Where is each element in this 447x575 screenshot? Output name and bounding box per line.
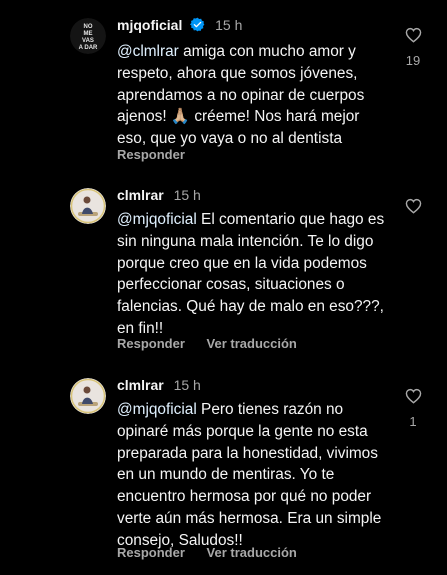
comment-header: clmlrar 15 h bbox=[117, 187, 201, 203]
like-control: 1 bbox=[402, 388, 424, 429]
timestamp: 15 h bbox=[215, 17, 243, 33]
heart-outline-icon[interactable] bbox=[405, 388, 422, 408]
comment-actions: Responder Ver traducción bbox=[117, 336, 297, 351]
reply-button[interactable]: Responder bbox=[117, 545, 185, 560]
comment-text: @clmlrar amiga con mucho amor y respeto,… bbox=[117, 41, 392, 150]
like-count: 1 bbox=[409, 414, 417, 429]
like-count: 19 bbox=[405, 53, 421, 68]
translate-button[interactable]: Ver traducción bbox=[207, 545, 297, 560]
heart-outline-icon[interactable] bbox=[405, 198, 422, 218]
username[interactable]: mjqoficial bbox=[117, 17, 182, 33]
username[interactable]: clmlrar bbox=[117, 377, 164, 393]
comment-text: @mjqoficial Pero tienes razón no opinaré… bbox=[117, 399, 392, 552]
comment-header: mjqoficial 15 h bbox=[117, 17, 242, 35]
avatar-clmlrar[interactable] bbox=[70, 378, 106, 414]
reply-button[interactable]: Responder bbox=[117, 147, 185, 162]
reply-button[interactable]: Responder bbox=[117, 336, 185, 351]
verified-badge-icon bbox=[190, 17, 205, 35]
mention-link[interactable]: @mjqoficial bbox=[117, 401, 197, 418]
comment-header: clmlrar 15 h bbox=[117, 377, 201, 393]
avatar-logo-text-2: ME bbox=[84, 31, 93, 37]
like-control bbox=[402, 198, 424, 224]
avatar-logo-text-4: A DAR bbox=[79, 45, 98, 51]
username[interactable]: clmlrar bbox=[117, 187, 164, 203]
avatar-clmlrar[interactable] bbox=[70, 188, 106, 224]
avatar-mjqoficial[interactable]: NO ME VAS A DAR bbox=[70, 18, 106, 54]
comment-actions: Responder Ver traducción bbox=[117, 545, 297, 560]
comment-text: @mjqoficial El comentario que hago es si… bbox=[117, 209, 392, 340]
comment-actions: Responder bbox=[117, 147, 185, 162]
avatar-logo-text-1: NO bbox=[84, 24, 93, 30]
timestamp: 15 h bbox=[173, 187, 201, 203]
translate-button[interactable]: Ver traducción bbox=[207, 336, 297, 351]
comment-body: Pero tienes razón no opinaré más porque … bbox=[117, 401, 382, 549]
heart-outline-icon[interactable] bbox=[405, 27, 422, 47]
like-control: 19 bbox=[402, 27, 424, 68]
timestamp: 15 h bbox=[173, 377, 201, 393]
mention-link[interactable]: @mjqoficial bbox=[117, 211, 197, 228]
avatar-logo-text-3: VAS bbox=[82, 38, 94, 44]
comment-body: El comentario que hago es sin ninguna ma… bbox=[117, 211, 385, 337]
mention-link[interactable]: @clmlrar bbox=[117, 43, 179, 60]
